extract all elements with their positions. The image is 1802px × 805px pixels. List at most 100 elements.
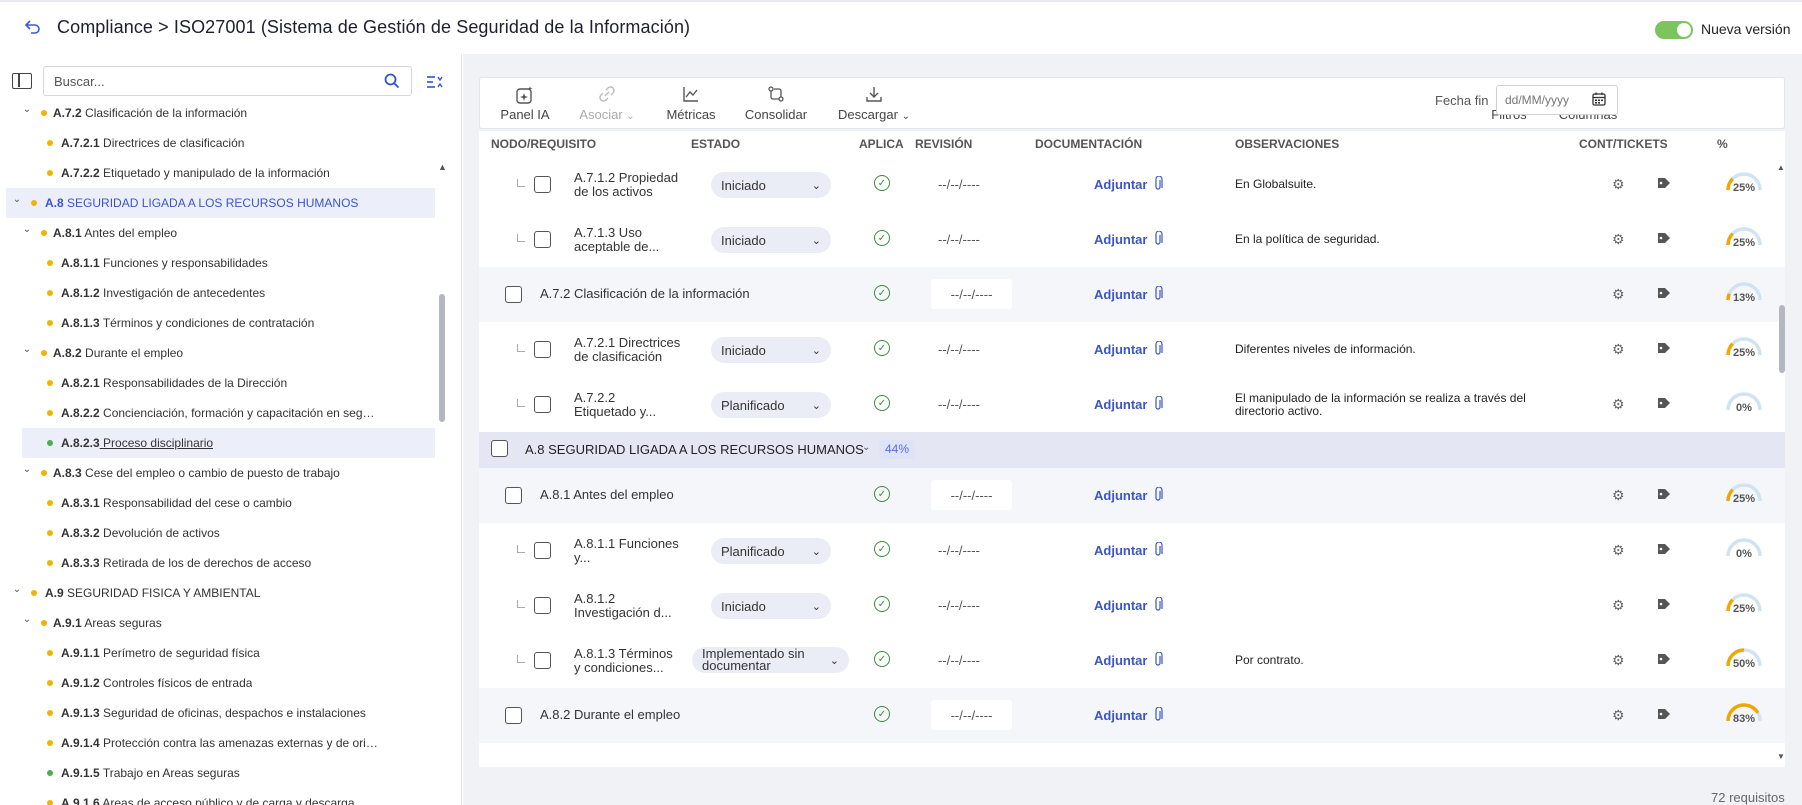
revision-date[interactable]: --/--/---- xyxy=(938,543,980,558)
scroll-up-icon[interactable]: ▲ xyxy=(438,162,447,172)
col-header-revision[interactable]: REVISIÓN xyxy=(915,137,972,151)
requirement-name[interactable]: A.7.1.3 Uso aceptable de... xyxy=(574,226,686,254)
chevron-down-icon[interactable]: ⌄ xyxy=(22,104,32,115)
scroll-up-icon[interactable]: ▲ xyxy=(1777,163,1785,172)
check-circle-icon[interactable]: ✓ xyxy=(874,486,890,502)
paperclip-icon[interactable] xyxy=(1153,541,1163,561)
row-checkbox[interactable] xyxy=(534,597,551,614)
chevron-down-icon[interactable]: ⌄ xyxy=(12,194,22,205)
tag-icon[interactable] xyxy=(1657,598,1671,612)
tree-item[interactable]: A.8.3.2 Devolución de activos xyxy=(0,518,438,548)
tree-item[interactable]: A.8.2.2 Concienciación, formación y capa… xyxy=(0,398,438,428)
col-header-aplica[interactable]: APLICA xyxy=(859,137,904,151)
tree-item[interactable]: A.8.1.1 Funciones y responsabilidades xyxy=(0,248,438,278)
tag-icon[interactable] xyxy=(1657,488,1671,502)
attach-link[interactable]: Adjuntar xyxy=(1094,598,1147,613)
tree-item[interactable]: A.8.2.1 Responsabilidades de la Direcció… xyxy=(0,368,438,398)
gear-icon[interactable]: ⚙ xyxy=(1612,397,1626,411)
attach-link[interactable]: Adjuntar xyxy=(1094,342,1147,357)
revision-date[interactable]: --/--/---- xyxy=(938,598,980,613)
requirement-name[interactable]: A.8.1 Antes del empleo xyxy=(540,488,860,502)
attach-link[interactable]: Adjuntar xyxy=(1094,177,1147,192)
estado-select[interactable]: Implementado sin documentar ⌄ xyxy=(692,647,849,673)
tree-item[interactable]: A.9.1.2 Controles físicos de entrada xyxy=(0,668,438,698)
estado-select[interactable]: Iniciado ⌄ xyxy=(711,227,831,253)
tree-item[interactable]: A.7.2.1 Directrices de clasificación xyxy=(0,128,438,158)
paperclip-icon[interactable] xyxy=(1153,285,1163,305)
scroll-down-icon[interactable]: ▼ xyxy=(1777,752,1785,761)
tree-item[interactable]: A.8.1.3 Términos y condiciones de contra… xyxy=(0,308,438,338)
revision-date[interactable]: --/--/---- xyxy=(931,700,1012,730)
tag-icon[interactable] xyxy=(1657,287,1671,301)
tag-icon[interactable] xyxy=(1657,653,1671,667)
estado-select[interactable]: Iniciado ⌄ xyxy=(711,172,831,198)
col-header-nodo[interactable]: NODO/REQUISITO xyxy=(491,137,596,151)
chevron-down-icon[interactable]: ⌄ xyxy=(22,614,32,625)
revision-date[interactable]: --/--/---- xyxy=(938,342,980,357)
row-checkbox[interactable] xyxy=(534,231,551,248)
check-circle-icon[interactable]: ✓ xyxy=(874,651,890,667)
col-header-estado[interactable]: ESTADO xyxy=(691,137,740,151)
search-input[interactable] xyxy=(43,66,412,96)
gear-icon[interactable]: ⚙ xyxy=(1612,708,1626,722)
attach-link[interactable]: Adjuntar xyxy=(1094,488,1147,503)
attach-link[interactable]: Adjuntar xyxy=(1094,543,1147,558)
chevron-down-icon[interactable]: ⌄ xyxy=(22,464,32,475)
row-checkbox[interactable] xyxy=(534,396,551,413)
gear-icon[interactable]: ⚙ xyxy=(1612,653,1626,667)
attach-link[interactable]: Adjuntar xyxy=(1094,232,1147,247)
tree-item[interactable]: A.9.1.5 Trabajo en Areas seguras xyxy=(0,758,438,788)
check-circle-icon[interactable]: ✓ xyxy=(874,230,890,246)
search-icon[interactable] xyxy=(384,73,400,89)
chevron-down-icon[interactable]: ⌄ xyxy=(862,442,870,453)
tree-item[interactable]: A.8.3.1 Responsabilidad del cese o cambi… xyxy=(0,488,438,518)
attach-link[interactable]: Adjuntar xyxy=(1094,708,1147,723)
check-circle-icon[interactable]: ✓ xyxy=(874,596,890,612)
col-header-documentacion[interactable]: DOCUMENTACIÓN xyxy=(1035,137,1142,151)
tree-item[interactable]: ⌄ A.9.1 Areas seguras xyxy=(0,608,438,638)
descargar-button[interactable]: Descargar ⌄ xyxy=(831,78,917,128)
tag-icon[interactable] xyxy=(1657,342,1671,356)
gear-icon[interactable]: ⚙ xyxy=(1612,598,1626,612)
requirement-name[interactable]: A.8.1.1 Funciones y... xyxy=(574,537,686,565)
sort-filter-icon[interactable] xyxy=(425,73,443,91)
revision-date[interactable]: --/--/---- xyxy=(938,653,980,668)
tag-icon[interactable] xyxy=(1657,708,1671,722)
gear-icon[interactable]: ⚙ xyxy=(1612,488,1626,502)
estado-select[interactable]: Planificado ⌄ xyxy=(711,538,831,564)
check-circle-icon[interactable]: ✓ xyxy=(874,285,890,301)
row-checkbox[interactable] xyxy=(534,542,551,559)
requirement-name[interactable]: A.8.2 Durante el empleo xyxy=(540,708,860,722)
revision-date[interactable]: --/--/---- xyxy=(938,232,980,247)
check-circle-icon[interactable]: ✓ xyxy=(874,395,890,411)
requirement-name[interactable]: A.8.1.2 Investigación d... xyxy=(574,592,686,620)
tag-icon[interactable] xyxy=(1657,397,1671,411)
tree-item[interactable]: ⌄ A.8 SEGURIDAD LIGADA A LOS RECURSOS HUM… xyxy=(6,188,435,218)
consolidar-button[interactable]: Consolidar xyxy=(741,78,811,128)
row-checkbox[interactable] xyxy=(491,440,508,457)
right-scrollbar[interactable] xyxy=(1779,305,1785,373)
tree-item[interactable]: A.7.2.2 Etiquetado y manipulado de la in… xyxy=(0,158,438,188)
attach-link[interactable]: Adjuntar xyxy=(1094,653,1147,668)
left-scrollbar[interactable] xyxy=(439,294,445,422)
tree-item[interactable]: ⌄ A.9 SEGURIDAD FISICA Y AMBIENTAL xyxy=(0,578,438,608)
gear-icon[interactable]: ⚙ xyxy=(1612,177,1626,191)
estado-select[interactable]: Iniciado ⌄ xyxy=(711,593,831,619)
chevron-down-icon[interactable]: ⌄ xyxy=(12,584,22,595)
requirement-name[interactable]: A.7.1.2 Propiedad de los activos xyxy=(574,171,686,199)
gear-icon[interactable]: ⚙ xyxy=(1612,342,1626,356)
col-header-percent[interactable]: % xyxy=(1717,137,1728,151)
paperclip-icon[interactable] xyxy=(1153,230,1163,250)
paperclip-icon[interactable] xyxy=(1153,706,1163,726)
tree-item[interactable]: A.9.1.3 Seguridad de oficinas, despachos… xyxy=(0,698,438,728)
gear-icon[interactable]: ⚙ xyxy=(1612,287,1626,301)
gear-icon[interactable]: ⚙ xyxy=(1612,543,1626,557)
check-circle-icon[interactable]: ✓ xyxy=(874,706,890,722)
paperclip-icon[interactable] xyxy=(1153,395,1163,415)
chevron-down-icon[interactable]: ⌄ xyxy=(22,344,32,355)
back-arrow-icon[interactable] xyxy=(22,16,44,38)
tree-item[interactable]: ⌄ A.7.2 Clasificación de la información xyxy=(0,98,438,128)
col-header-cont-tickets[interactable]: CONT/TICKETS xyxy=(1579,137,1668,151)
chevron-down-icon[interactable]: ⌄ xyxy=(22,224,32,235)
tree-item[interactable]: ⌄ A.8.3 Cese del empleo o cambio de puest… xyxy=(0,458,438,488)
